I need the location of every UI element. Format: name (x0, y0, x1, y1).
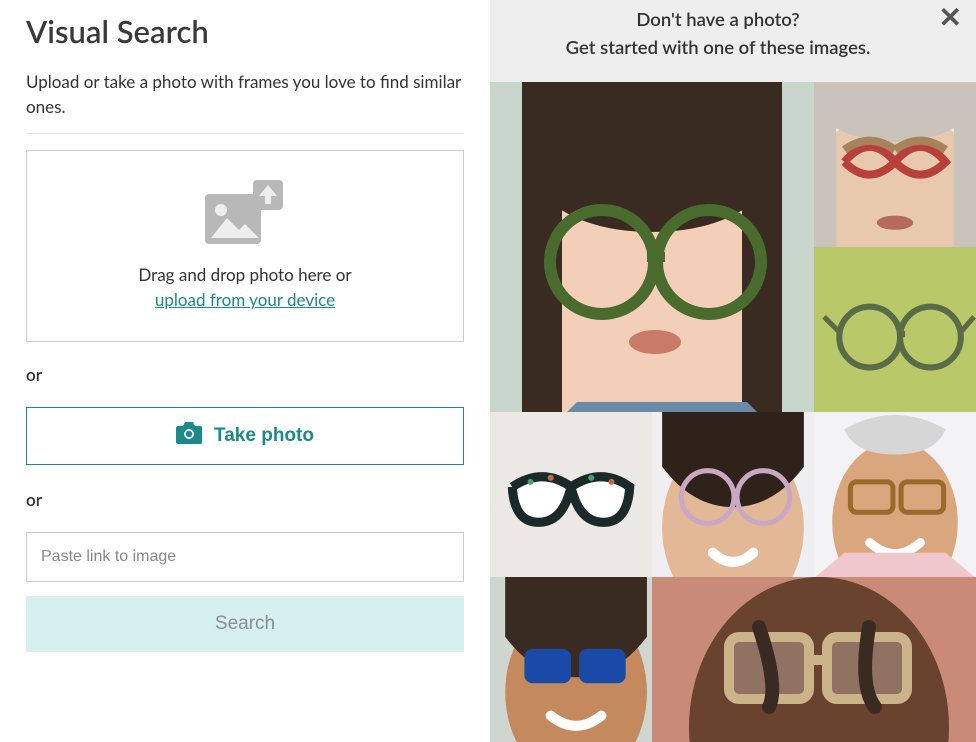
header-line-1: Don't have a photo? (510, 6, 926, 34)
or-label-1: or (26, 364, 464, 385)
close-button[interactable]: ✕ (939, 4, 962, 32)
sample-clear-frames-portrait[interactable] (652, 412, 814, 577)
sample-patterned-cateye-product[interactable] (490, 412, 652, 577)
divider (26, 133, 464, 134)
sample-tortoise-square-portrait[interactable] (652, 577, 976, 742)
sample-red-tortoise-frames[interactable] (814, 82, 976, 247)
sample-amber-frames-portrait[interactable] (814, 412, 976, 577)
camera-icon (176, 422, 202, 450)
take-photo-button[interactable]: Take photo (26, 407, 464, 465)
header-line-2: Get started with one of these images. (510, 34, 926, 62)
close-icon: ✕ (939, 2, 962, 33)
search-button-label: Search (215, 613, 275, 634)
sample-blue-sunglasses-portrait[interactable] (490, 577, 652, 742)
or-label-2: or (26, 489, 464, 510)
page-title: Visual Search (26, 12, 464, 50)
visual-search-panel: Visual Search Upload or take a photo wit… (0, 0, 490, 733)
upload-from-device-link[interactable]: upload from your device (155, 287, 335, 313)
dropzone-text: Drag and drop photo here or (138, 264, 351, 285)
image-link-input[interactable] (26, 532, 464, 582)
upload-dropzone[interactable]: Drag and drop photo here or upload from … (26, 150, 464, 342)
sample-images-panel: Don't have a photo? Get started with one… (490, 0, 976, 733)
upload-image-icon (205, 180, 285, 250)
search-button[interactable]: Search (26, 596, 464, 652)
take-photo-label: Take photo (214, 425, 314, 447)
dropzone-text-block: Drag and drop photo here or upload from … (138, 262, 351, 313)
sample-image-grid (490, 82, 976, 742)
page-subtitle: Upload or take a photo with frames you l… (26, 70, 464, 119)
sample-green-frames-portrait[interactable] (490, 82, 814, 412)
sample-olive-frames-product[interactable] (814, 247, 976, 412)
sample-images-header: Don't have a photo? Get started with one… (490, 0, 976, 82)
